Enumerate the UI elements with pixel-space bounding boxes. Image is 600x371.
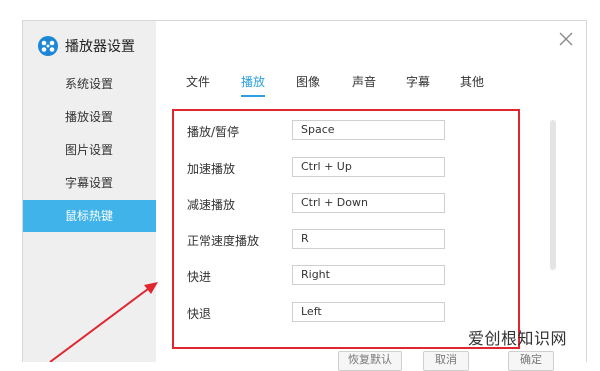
annotation-arrow xyxy=(49,282,158,362)
watermark-text: 爱创根知识网 xyxy=(468,329,568,348)
